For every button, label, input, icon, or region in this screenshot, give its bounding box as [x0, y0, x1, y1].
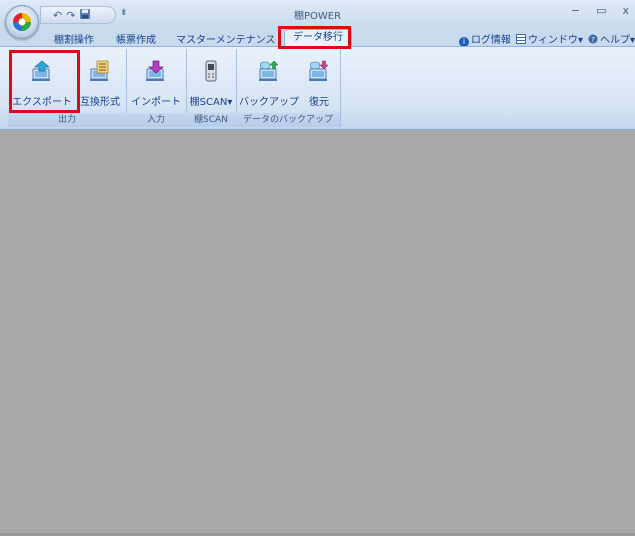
customize-qat-icon[interactable]: ⇟ [120, 8, 128, 18]
backup-icon [259, 60, 279, 81]
group-output: エクスポート 互換形式 出力 [8, 49, 127, 127]
app-menu-button[interactable] [5, 5, 39, 39]
import-button[interactable]: インポート [128, 51, 184, 109]
close-button[interactable]: x [622, 4, 629, 17]
group-label-output: 出力 [8, 113, 126, 127]
compat-format-label: 互換形式 [80, 97, 120, 108]
log-info-menu[interactable]: i ログ情報 [458, 31, 511, 47]
undo-icon[interactable]: ↶ [53, 10, 62, 21]
restore-icon [309, 60, 329, 81]
ribbon-tab-row: 棚割操作 帳票作成 マスターメンテナンス データ移行 i ログ情報 ウィンドウ▾ … [0, 28, 635, 47]
group-data-backup: バックアップ 復元 データのバックアップ [236, 49, 341, 127]
shelf-scan-button[interactable]: 棚SCAN▾ [188, 51, 234, 109]
handheld-scanner-icon [205, 60, 217, 82]
compat-format-icon [90, 60, 109, 81]
restore-button[interactable]: 復元 [300, 51, 338, 109]
group-label-shelf-scan: 棚SCAN [186, 113, 236, 127]
ribbon: エクスポート 互換形式 出力 インポート 入力 棚SCAN▾ 棚SCAN バック… [0, 46, 635, 130]
import-label: インポート [131, 97, 181, 108]
shelf-scan-text: 棚SCAN [189, 97, 228, 108]
tab-master-maintenance[interactable]: マスターメンテナンス [176, 31, 275, 46]
chevron-down-icon: ▾ [227, 97, 233, 108]
help-icon: ? [588, 34, 598, 44]
backup-label: バックアップ [239, 97, 299, 108]
log-info-label: ログ情報 [470, 35, 511, 46]
help-menu[interactable]: ? ヘルプ▾ [588, 31, 635, 47]
chevron-down-icon: ▾ [629, 35, 635, 46]
minimize-button[interactable]: − [571, 4, 580, 17]
export-label: エクスポート [12, 97, 72, 108]
window-menu-label: ウィンドウ [527, 35, 578, 46]
svg-text:?: ? [591, 36, 595, 44]
workspace-area [0, 131, 635, 536]
redo-icon[interactable]: ↷ [66, 10, 75, 21]
window-controls: − ▭ x [571, 4, 629, 17]
export-icon [32, 60, 50, 81]
help-menu-label: ヘルプ [599, 35, 630, 46]
shelf-scan-label: 棚SCAN▾ [188, 93, 234, 108]
import-icon [146, 60, 164, 81]
app-logo-icon [12, 12, 32, 32]
tab-report-creation[interactable]: 帳票作成 [116, 31, 156, 46]
group-input: インポート 入力 [126, 49, 187, 127]
restore-label: 復元 [309, 97, 329, 108]
right-menu: i ログ情報 ウィンドウ▾ ? ヘルプ▾ [458, 31, 635, 47]
maximize-button[interactable]: ▭ [596, 4, 606, 17]
group-label-input: 入力 [126, 113, 186, 127]
window-menu[interactable]: ウィンドウ▾ [515, 31, 583, 47]
compat-format-button[interactable]: 互換形式 [74, 51, 126, 109]
tab-data-migration[interactable]: データ移行 [284, 29, 352, 46]
group-label-data-backup: データのバックアップ [236, 113, 340, 127]
group-shelf-scan: 棚SCAN▾ 棚SCAN [186, 49, 237, 127]
quick-access-toolbar: ↶ ↷ [40, 6, 116, 24]
tab-shelf-operation[interactable]: 棚割操作 [54, 31, 94, 46]
window-icon [515, 34, 526, 44]
chevron-down-icon: ▾ [577, 35, 583, 46]
backup-button[interactable]: バックアップ [238, 51, 300, 109]
export-button[interactable]: エクスポート [10, 51, 74, 109]
save-icon[interactable] [79, 8, 91, 22]
